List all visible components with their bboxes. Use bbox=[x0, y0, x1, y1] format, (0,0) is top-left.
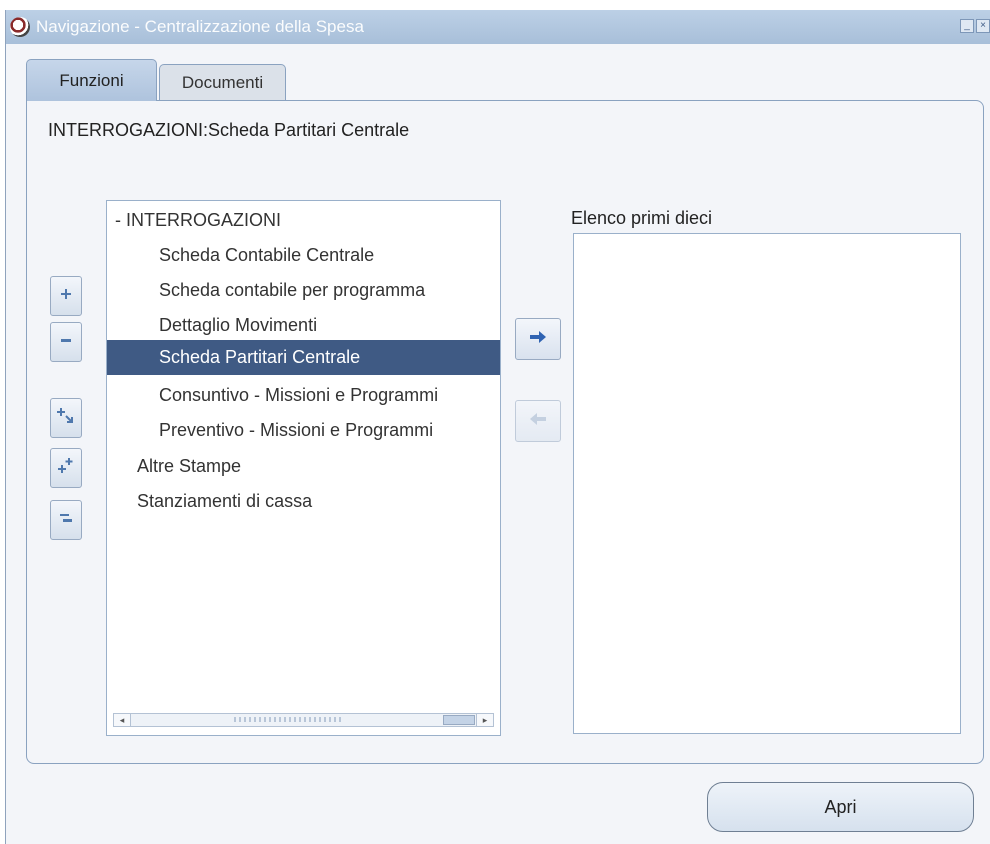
scrollbar-grip bbox=[234, 717, 344, 722]
window-title: Navigazione - Centralizzazione della Spe… bbox=[36, 17, 364, 36]
open-button-label: Apri bbox=[824, 796, 857, 817]
collapse-icon bbox=[60, 334, 72, 350]
arrow-right-icon bbox=[529, 330, 547, 349]
minimize-icon[interactable]: _ bbox=[960, 19, 974, 33]
expand-button[interactable] bbox=[50, 276, 82, 316]
tree-item[interactable]: Altre Stampe bbox=[107, 449, 500, 484]
expand-all-button[interactable] bbox=[50, 448, 82, 488]
topten-label: Elenco primi dieci bbox=[571, 208, 713, 228]
function-tree[interactable]: - INTERROGAZIONI Scheda Contabile Centra… bbox=[106, 200, 501, 736]
close-icon[interactable]: × bbox=[976, 19, 990, 33]
expand-branch-icon bbox=[57, 407, 75, 429]
topten-list[interactable] bbox=[573, 233, 961, 734]
tree-item[interactable]: Stanziamenti di cassa bbox=[107, 484, 500, 519]
tree-item-label: Scheda Contabile Centrale bbox=[159, 245, 375, 265]
collapse-all-icon bbox=[58, 510, 74, 530]
expand-branch-button[interactable] bbox=[50, 398, 82, 438]
tree-item[interactable]: Consuntivo - Missioni e Programmi bbox=[107, 378, 500, 413]
tab-funzioni[interactable]: Funzioni bbox=[26, 59, 157, 101]
tree-item-label: Stanziamenti di cassa bbox=[137, 491, 313, 511]
tree-item-label: Altre Stampe bbox=[137, 456, 242, 476]
scrollbar-thumb[interactable] bbox=[443, 715, 475, 725]
tree-item[interactable]: Dettaglio Movimenti bbox=[107, 308, 500, 343]
horizontal-scrollbar[interactable]: ◂ ▸ bbox=[113, 713, 494, 727]
tree-item-label: Consuntivo - Missioni e Programmi bbox=[159, 385, 439, 405]
collapse-all-button[interactable] bbox=[50, 500, 82, 540]
selected-function-path: INTERROGAZIONI:Scheda Partitari Centrale bbox=[48, 120, 410, 140]
tree-item-label: - INTERROGAZIONI bbox=[115, 210, 281, 230]
tree-item-label: Preventivo - Missioni e Programmi bbox=[159, 420, 434, 440]
tree-item[interactable]: Preventivo - Missioni e Programmi bbox=[107, 413, 500, 448]
tree-item-label: Scheda Partitari Centrale bbox=[159, 347, 361, 367]
expand-icon bbox=[60, 288, 72, 304]
tree-item-label: Scheda contabile per programma bbox=[159, 280, 426, 300]
tree-item[interactable]: - INTERROGAZIONI bbox=[107, 203, 500, 238]
tree-item[interactable]: Scheda Contabile Centrale bbox=[107, 238, 500, 273]
remove-from-list-button[interactable] bbox=[515, 400, 561, 442]
tree-item[interactable]: Scheda contabile per programma bbox=[107, 273, 500, 308]
expand-all-icon bbox=[57, 457, 75, 479]
tab-funzioni-label: Funzioni bbox=[59, 70, 124, 90]
title-bar[interactable]: Navigazione - Centralizzazione della Spe… bbox=[6, 10, 990, 44]
collapse-button[interactable] bbox=[50, 322, 82, 362]
arrow-left-icon bbox=[529, 412, 547, 431]
tree-item-selected[interactable]: Scheda Partitari Centrale bbox=[107, 340, 500, 375]
tab-documenti-label: Documenti bbox=[181, 73, 264, 92]
open-button[interactable]: Apri bbox=[707, 782, 974, 832]
scroll-left-icon[interactable]: ◂ bbox=[114, 714, 131, 726]
window-controls: _ × bbox=[960, 19, 990, 33]
add-to-list-button[interactable] bbox=[515, 318, 561, 360]
tree-item-label: Dettaglio Movimenti bbox=[159, 315, 318, 335]
scroll-right-icon[interactable]: ▸ bbox=[476, 714, 493, 726]
app-icon bbox=[10, 17, 30, 37]
tab-documenti[interactable]: Documenti bbox=[159, 64, 286, 101]
